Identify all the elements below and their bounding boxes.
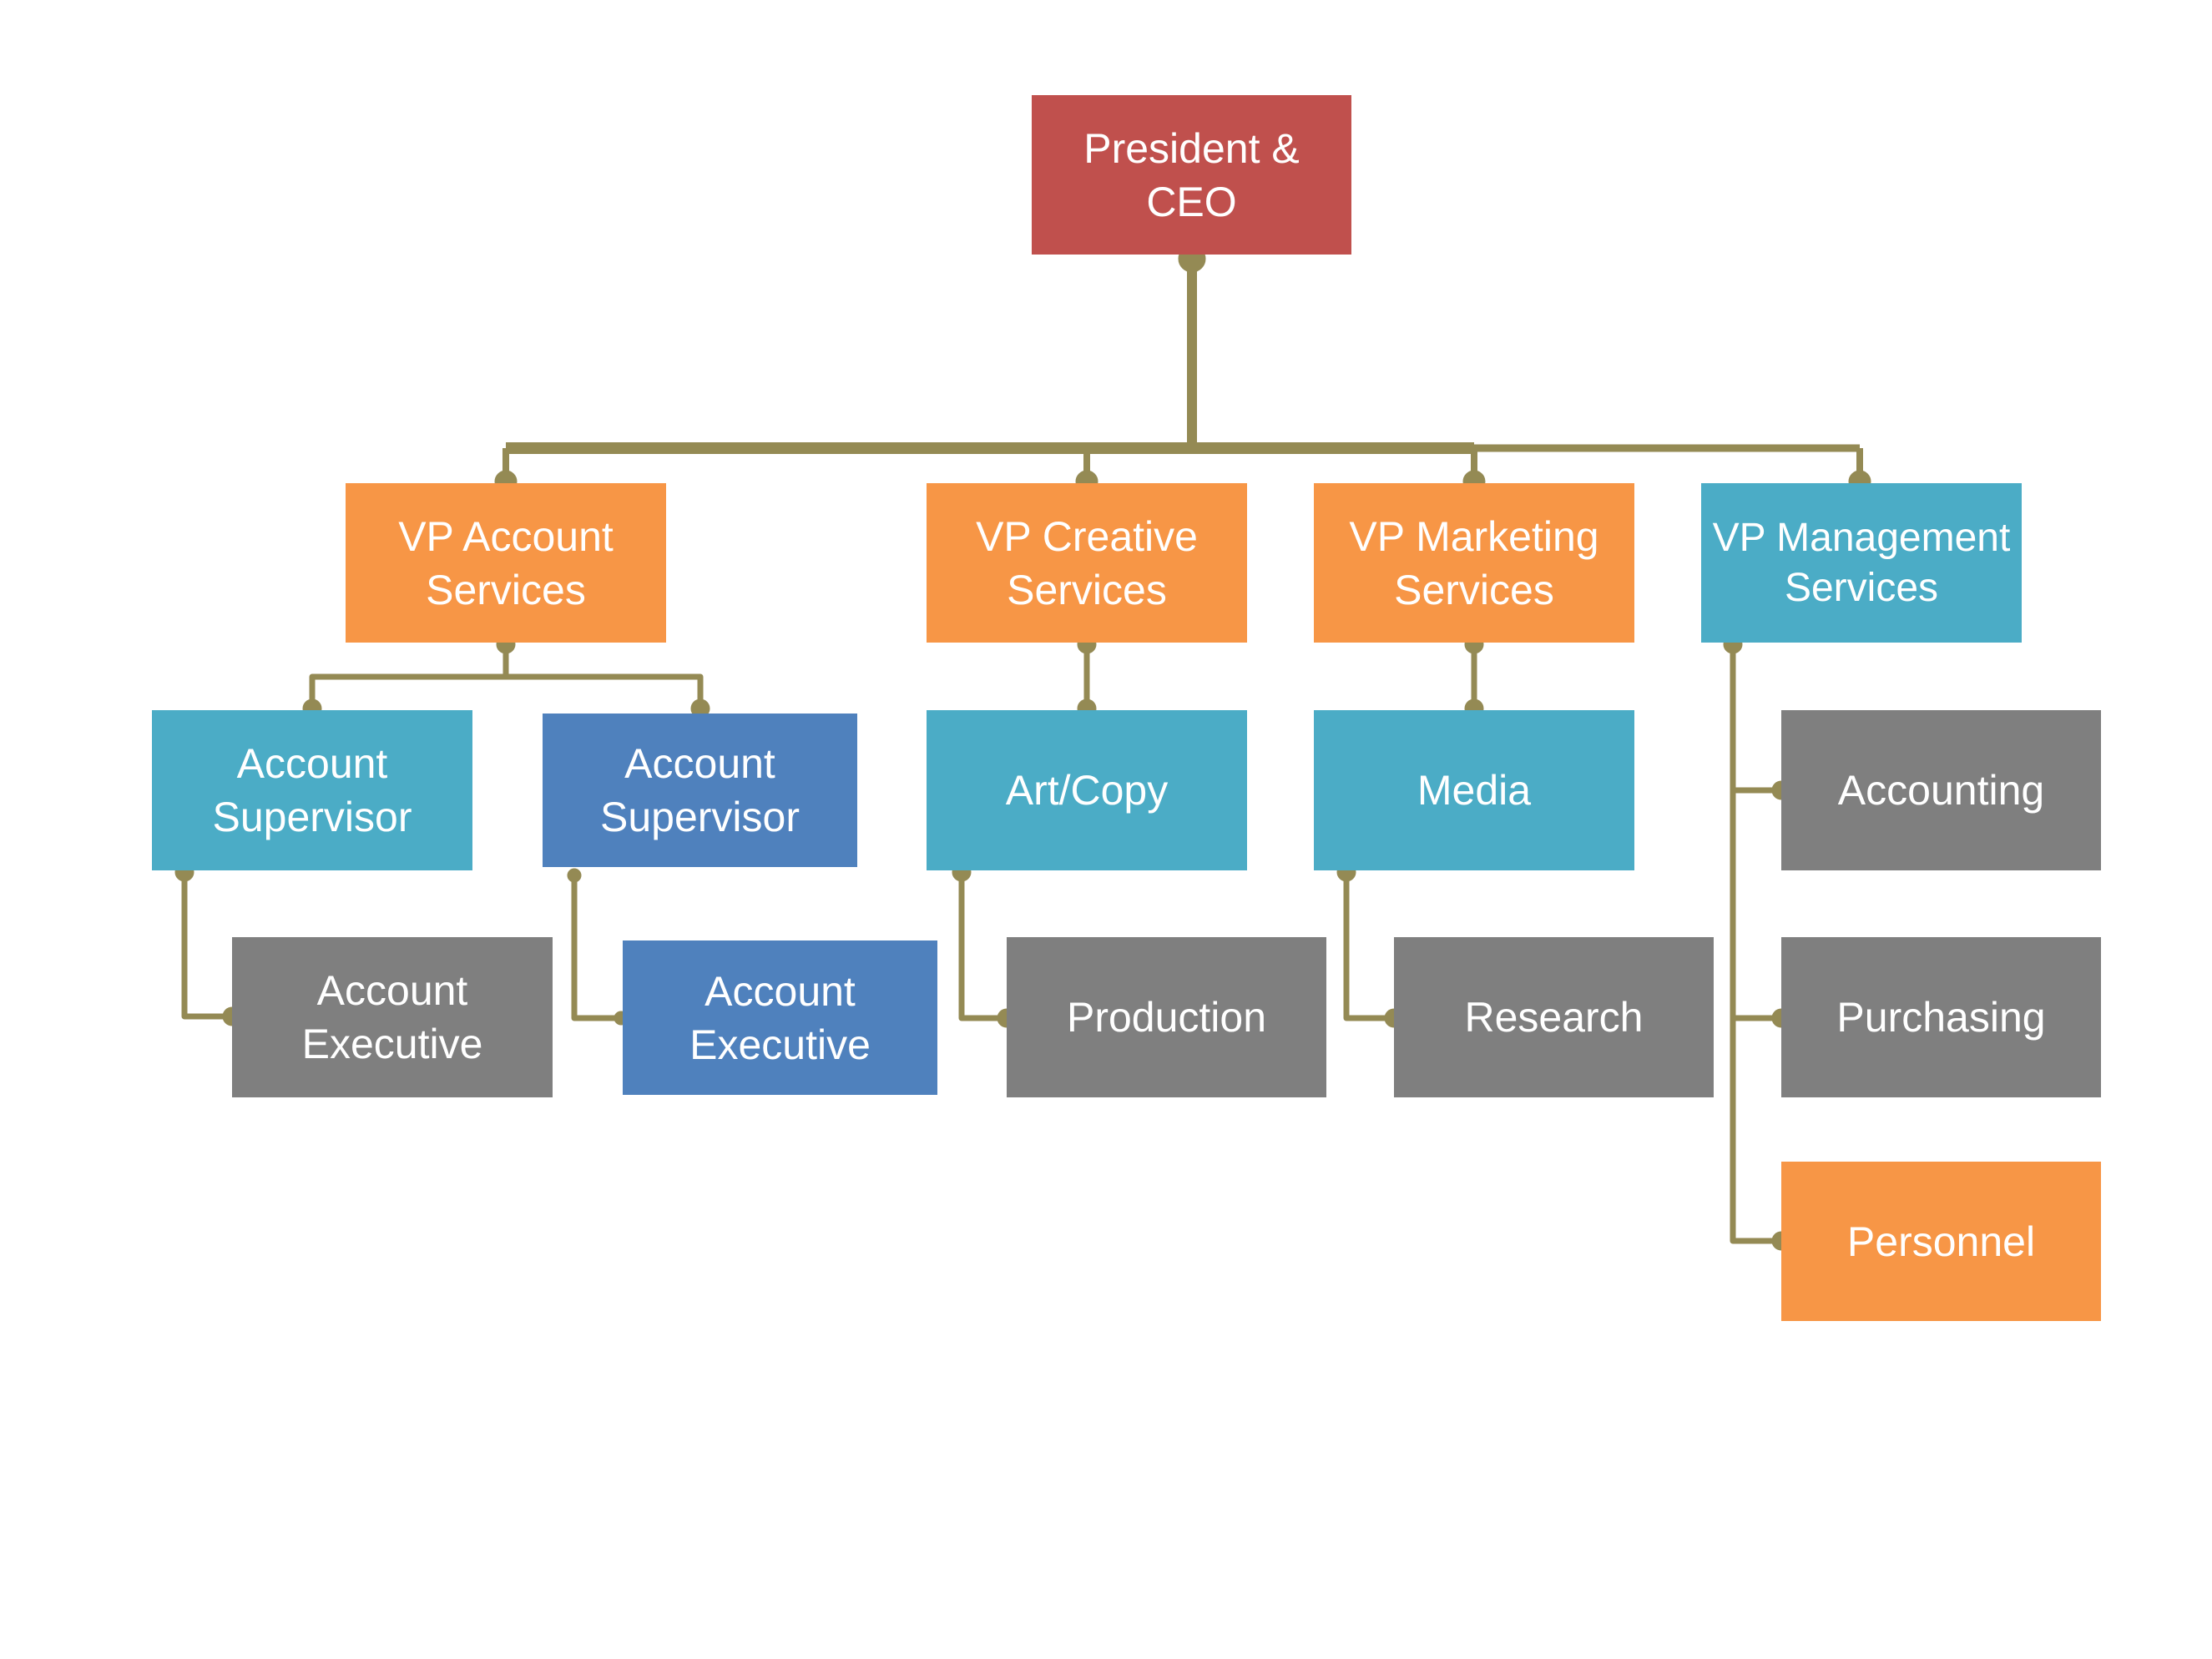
org-node-label: VP Creative Services (976, 510, 1198, 617)
org-node-label-line: Executive (689, 1021, 871, 1068)
org-node-label-line: Account (705, 967, 856, 1015)
org-node-vp-marketing[interactable]: VP Marketing Services (1314, 483, 1634, 643)
org-node-accounting[interactable]: Accounting (1781, 710, 2101, 870)
org-node-label: Account Supervisor (213, 737, 412, 844)
connector-supervisor2-bottom-dot (567, 868, 582, 883)
org-node-label-line: Research (1464, 994, 1644, 1041)
org-node-label: VP Management Services (1713, 513, 2011, 613)
org-node-production[interactable]: Production (1007, 937, 1326, 1097)
org-node-label: Accounting (1838, 764, 2044, 817)
org-node-purchasing[interactable]: Purchasing (1781, 937, 2101, 1097)
org-node-label: VP Marketing Services (1349, 510, 1598, 617)
org-node-label-line: CEO (1146, 178, 1237, 225)
org-node-label-line: VP Creative (976, 512, 1198, 560)
org-node-label: Personnel (1847, 1215, 2035, 1268)
org-node-label-line: Account (624, 740, 775, 787)
org-node-label: Account Executive (689, 965, 871, 1072)
org-node-vp-creative[interactable]: VP Creative Services (927, 483, 1247, 643)
org-node-label-line: Supervisor (212, 794, 412, 840)
org-node-vp-account[interactable]: VP Account Services (346, 483, 666, 643)
org-node-label-line: Account (316, 967, 468, 1014)
org-node-label-line: Art/Copy (1005, 767, 1169, 814)
org-node-label-line: Supervisor (600, 794, 800, 840)
org-node-executive-2[interactable]: Account Executive (623, 940, 937, 1095)
org-node-label: Account Supervisor (600, 737, 800, 844)
org-node-label-line: VP Marketing (1349, 512, 1599, 560)
org-node-executive-1[interactable]: Account Executive (232, 937, 553, 1097)
org-node-label-line: Production (1066, 994, 1267, 1041)
connector-supervisor2-executive2 (571, 875, 623, 1021)
org-node-label-line: Services (1394, 566, 1554, 613)
org-node-label: Account Executive (302, 964, 483, 1071)
org-node-label: Production (1067, 991, 1266, 1044)
org-node-vp-management[interactable]: VP Management Services (1701, 483, 2022, 643)
org-node-label-line: Services (1007, 566, 1167, 613)
org-node-art-copy[interactable]: Art/Copy (927, 710, 1247, 870)
org-node-label-line: President & (1083, 124, 1300, 172)
org-node-label: VP Account Services (398, 510, 614, 617)
org-node-supervisor-1[interactable]: Account Supervisor (152, 710, 472, 870)
org-node-label-line: Services (1784, 565, 1939, 610)
org-node-label-line: Accounting (1837, 767, 2045, 814)
org-node-label: Art/Copy (1006, 764, 1169, 817)
org-node-label-line: Services (426, 566, 586, 613)
org-node-label: President & CEO (1083, 122, 1299, 229)
connector-media-research (1343, 870, 1394, 1021)
org-node-label-line: VP Management (1712, 515, 2011, 560)
org-node-personnel[interactable]: Personnel (1781, 1162, 2101, 1321)
org-node-label-line: Account (236, 740, 388, 787)
org-node-label-line: Executive (301, 1021, 483, 1067)
org-node-label: Research (1465, 991, 1644, 1044)
org-node-ceo[interactable]: President & CEO (1032, 95, 1351, 255)
org-node-label-line: Media (1417, 767, 1532, 814)
connector-account-subbus (309, 673, 704, 710)
org-node-supervisor-2[interactable]: Account Supervisor (543, 714, 857, 867)
org-node-media[interactable]: Media (1314, 710, 1634, 870)
connector-artcopy-production (958, 870, 1007, 1021)
org-node-label-line: Purchasing (1836, 994, 2046, 1041)
org-node-label: Media (1417, 764, 1531, 817)
connector-management-spine (1730, 643, 1781, 1244)
org-node-research[interactable]: Research (1394, 937, 1714, 1097)
org-node-label: Purchasing (1836, 991, 2045, 1044)
org-node-label-line: Personnel (1846, 1218, 2036, 1265)
org-node-label-line: VP Account (398, 512, 614, 560)
connector-supervisor1-executive1 (181, 870, 232, 1020)
